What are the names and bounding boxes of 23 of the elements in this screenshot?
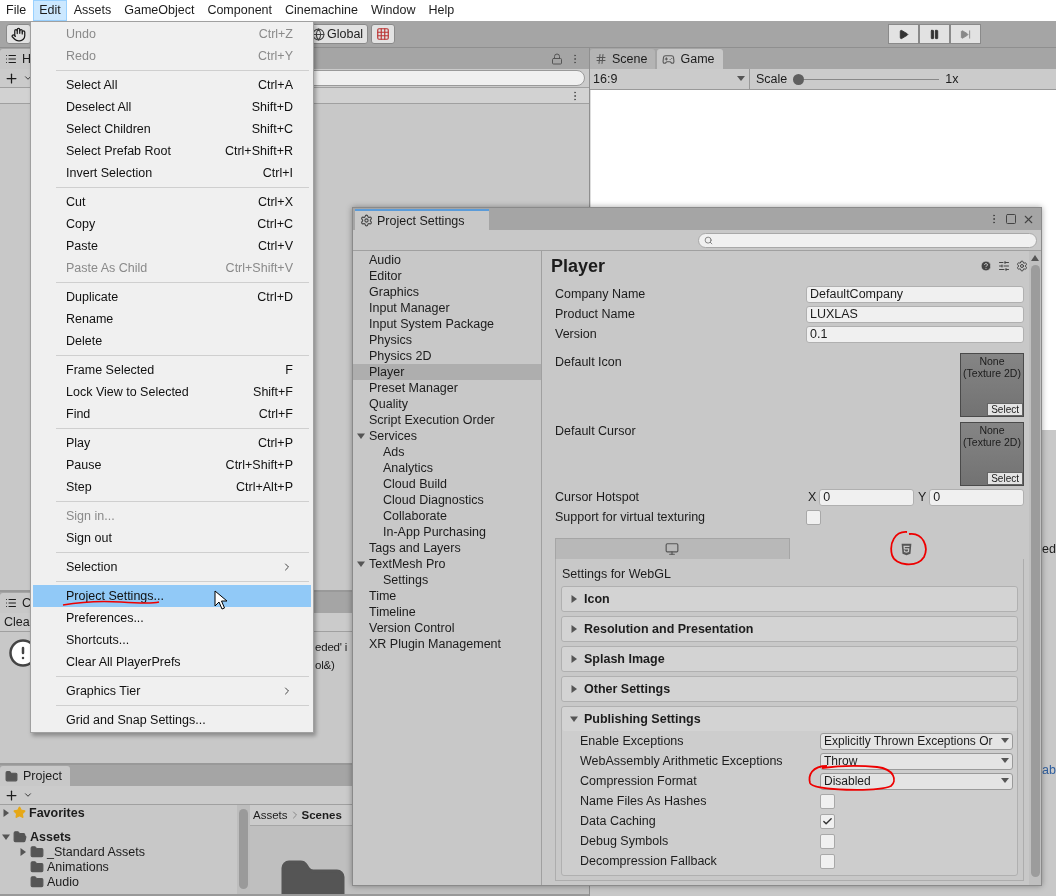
field-label: WebAssembly Arithmetic Exceptions: [580, 754, 784, 768]
axis-label: Y: [917, 490, 928, 504]
field-label: Default Cursor: [555, 423, 637, 438]
field-label: Default Icon: [555, 354, 623, 369]
field-label: Name Files As Hashes: [580, 794, 708, 808]
field-label: Decompression Fallback: [580, 854, 718, 868]
field-label: Enable Exceptions: [580, 734, 685, 748]
field-label: Cursor Hotspot: [555, 490, 641, 504]
field-label: Compression Format: [580, 774, 698, 788]
field-label: Debug Symbols: [580, 834, 670, 848]
axis-label: X: [807, 490, 818, 504]
console-message: eded' i ol&): [315, 640, 348, 673]
scale-value: 1x: [945, 72, 959, 86]
field-label: Product Name: [555, 307, 636, 321]
section-heading: Settings for WebGL: [561, 566, 672, 583]
field-label: Support for virtual texturing: [555, 510, 707, 524]
partial-text: ab: [1042, 763, 1056, 777]
partial-text: ed: [1042, 542, 1056, 556]
field-label: Company Name: [555, 287, 647, 301]
field-label: Version: [555, 327, 598, 341]
field-label: Data Caching: [580, 814, 657, 828]
page-title: Player: [551, 255, 606, 277]
scale-label: Scale: [756, 72, 788, 86]
